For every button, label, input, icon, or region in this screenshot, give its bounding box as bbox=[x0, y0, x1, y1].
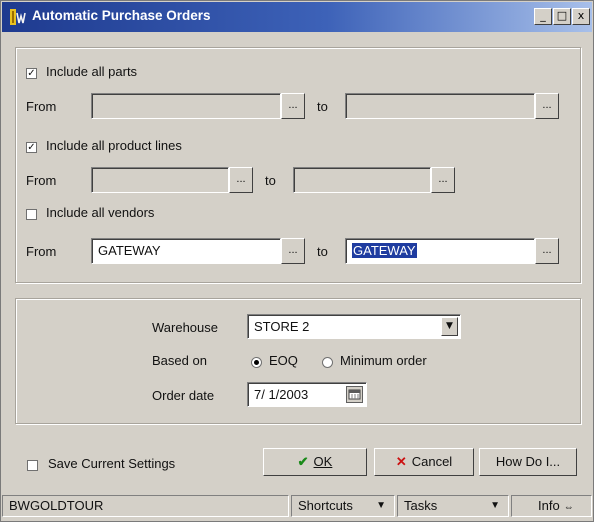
chevron-down-icon[interactable]: ▼ bbox=[441, 317, 458, 336]
order-date-label: Order date bbox=[152, 388, 215, 403]
vendors-from-lookup-button[interactable]: ... bbox=[281, 238, 305, 264]
vendors-to-lookup-button[interactable]: ... bbox=[535, 238, 559, 264]
vendors-to-value: GATEWAY bbox=[352, 243, 417, 258]
window-title: Automatic Purchase Orders bbox=[32, 8, 211, 23]
shortcuts-menu[interactable]: Shortcuts ▼ bbox=[291, 495, 395, 517]
double-arrow-icon: ⇔ bbox=[563, 502, 574, 513]
parts-from-field[interactable] bbox=[91, 93, 281, 119]
radio-minimum-order[interactable] bbox=[322, 357, 333, 368]
parts-to-lookup-button[interactable]: ... bbox=[535, 93, 559, 119]
include-product-lines-checkbox[interactable]: ✓ bbox=[26, 142, 37, 153]
close-button[interactable]: x bbox=[572, 8, 590, 25]
vendors-to-field[interactable]: GATEWAY bbox=[345, 238, 535, 264]
dialog-window: Automatic Purchase Orders _ □ x ✓ Includ… bbox=[0, 0, 594, 522]
minimize-button[interactable]: _ bbox=[534, 8, 552, 25]
parts-to-label: to bbox=[317, 99, 328, 114]
status-user: BWGOLDTOUR bbox=[2, 495, 289, 517]
parts-from-lookup-button[interactable]: ... bbox=[281, 93, 305, 119]
ok-button[interactable]: ✔ OK bbox=[263, 448, 367, 476]
app-icon bbox=[10, 9, 26, 25]
include-parts-checkbox[interactable]: ✓ bbox=[26, 68, 37, 79]
check-icon: ✔ bbox=[297, 454, 309, 469]
include-vendors-label: Include all vendors bbox=[46, 205, 155, 220]
include-parts-label: Include all parts bbox=[46, 64, 138, 79]
include-vendors-checkbox[interactable] bbox=[26, 209, 37, 220]
warehouse-label: Warehouse bbox=[152, 320, 218, 335]
product-lines-to-field[interactable] bbox=[293, 167, 431, 193]
save-settings-label: Save Current Settings bbox=[48, 456, 176, 471]
maximize-button[interactable]: □ bbox=[553, 8, 571, 25]
product-lines-from-label: From bbox=[26, 173, 57, 188]
based-on-label: Based on bbox=[152, 353, 207, 368]
title-bar[interactable]: Automatic Purchase Orders _ □ x bbox=[2, 2, 592, 32]
product-lines-from-field[interactable] bbox=[91, 167, 229, 193]
parts-from-label: From bbox=[26, 99, 57, 114]
x-icon: ✕ bbox=[395, 454, 407, 469]
vendors-from-field[interactable]: GATEWAY bbox=[91, 238, 281, 264]
vendors-from-label: From bbox=[26, 244, 57, 259]
info-menu[interactable]: Info ⇔ bbox=[511, 495, 592, 517]
radio-minimum-order-label: Minimum order bbox=[340, 353, 427, 368]
radio-eoq-label: EOQ bbox=[269, 353, 298, 368]
order-date-field[interactable]: 7/ 1/2003 bbox=[247, 382, 367, 407]
parts-to-field[interactable] bbox=[345, 93, 535, 119]
tasks-menu[interactable]: Tasks ▼ bbox=[397, 495, 509, 517]
radio-eoq[interactable] bbox=[251, 357, 262, 368]
product-lines-from-lookup-button[interactable]: ... bbox=[229, 167, 253, 193]
save-settings-checkbox[interactable] bbox=[27, 460, 38, 471]
status-bar: BWGOLDTOUR Shortcuts ▼ Tasks ▼ Info ⇔ bbox=[2, 495, 592, 519]
cancel-button[interactable]: ✕ Cancel bbox=[374, 448, 474, 476]
vendors-to-label: to bbox=[317, 244, 328, 259]
product-lines-to-label: to bbox=[265, 173, 276, 188]
chevron-down-icon: ▼ bbox=[376, 500, 386, 511]
include-product-lines-label: Include all product lines bbox=[46, 138, 182, 153]
product-lines-to-lookup-button[interactable]: ... bbox=[431, 167, 455, 193]
how-do-i-button[interactable]: How Do I... bbox=[479, 448, 577, 476]
calendar-icon[interactable] bbox=[346, 386, 363, 403]
chevron-down-icon: ▼ bbox=[490, 500, 500, 511]
warehouse-select[interactable]: STORE 2 ▼ bbox=[247, 314, 461, 339]
